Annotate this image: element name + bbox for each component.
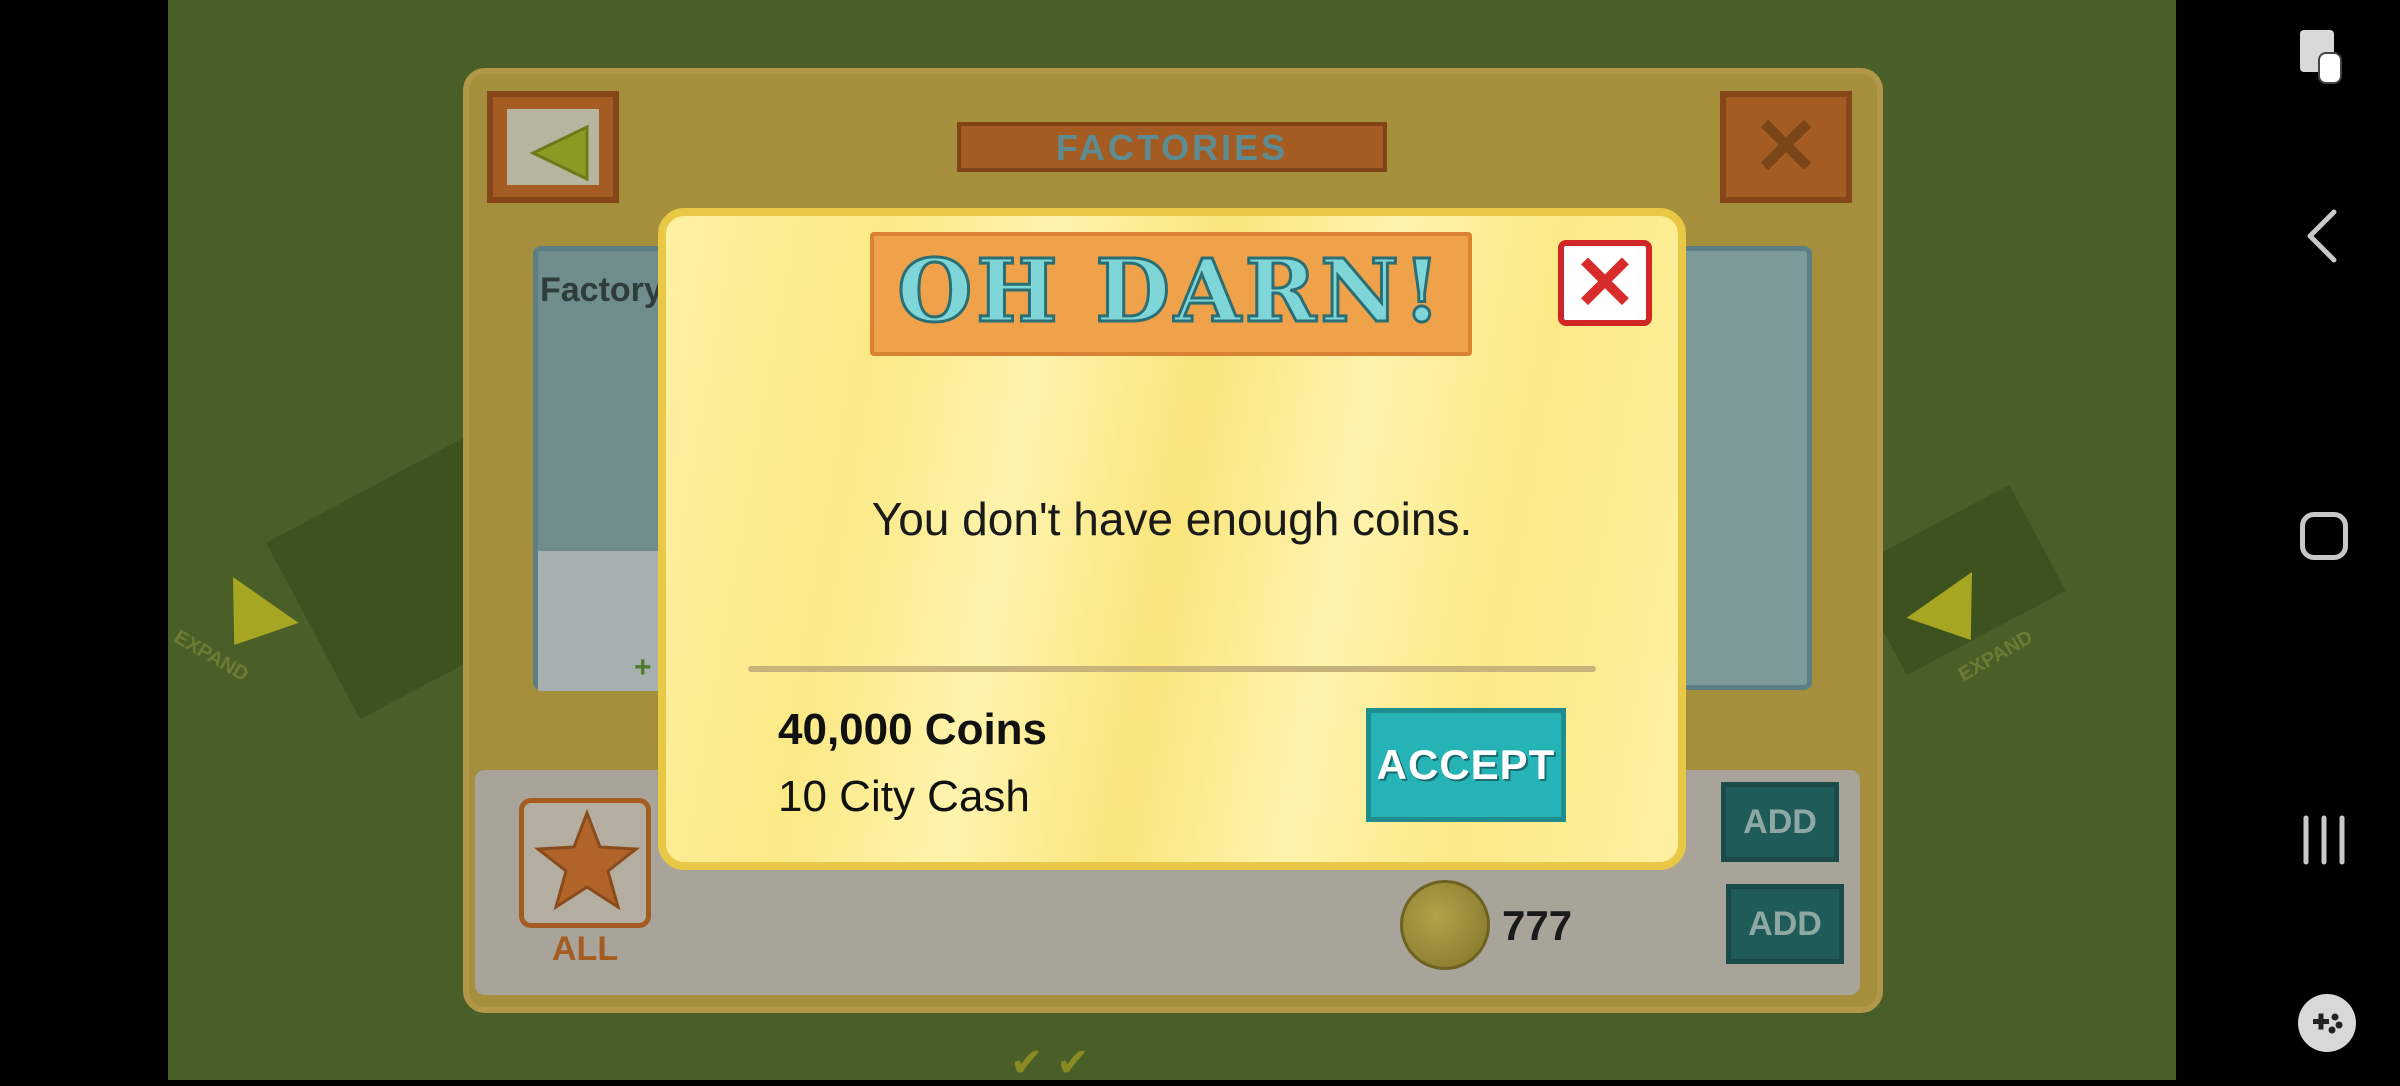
back-button[interactable] [487,91,619,203]
dialog-divider [748,666,1596,672]
panel-title: FACTORIES [957,122,1387,172]
close-icon: ✕ [1752,102,1820,191]
dialog-title: OH DARN! [896,240,1445,344]
edit-overlay-icon[interactable] [2300,30,2342,84]
coin-count: 777 [1502,902,1573,949]
all-filter-label: ALL [552,930,619,968]
gamepad-glyph [2313,1013,2343,1034]
dialog-close-button[interactable]: ✕ [1558,240,1652,326]
add-cash-button[interactable]: ADD [1721,782,1839,862]
price-city-cash: 10 City Cash [778,772,1030,821]
nav-home-icon[interactable] [2300,512,2348,560]
dialog-title-banner: OH DARN! [870,232,1472,356]
nav-recents-icon[interactable] [2298,814,2350,866]
left-letterbox [0,0,168,1080]
bottom-arrows: ✔ ✔ [1010,1040,1090,1086]
dialog-message: You don't have enough coins. [871,493,1473,545]
system-nav-bar [2176,0,2400,1080]
panel-close-button[interactable]: ✕ [1720,91,1852,203]
add-coins-button[interactable]: ADD [1726,884,1844,964]
all-filter-button[interactable] [519,798,651,928]
price-coins: 40,000 Coins [778,705,1048,754]
coin-icon [1400,880,1490,970]
star-icon [533,808,641,911]
back-arrow-icon [529,124,589,182]
factory-card-plus[interactable]: + [634,651,652,685]
game-tools-icon[interactable] [2298,994,2356,1052]
close-icon: ✕ [1573,241,1637,326]
nav-back-icon[interactable] [2298,206,2348,266]
factory-card-label: Factory [540,271,663,309]
edit-overlay-hand [2318,52,2342,84]
accept-button[interactable]: ACCEPT [1366,708,1566,822]
